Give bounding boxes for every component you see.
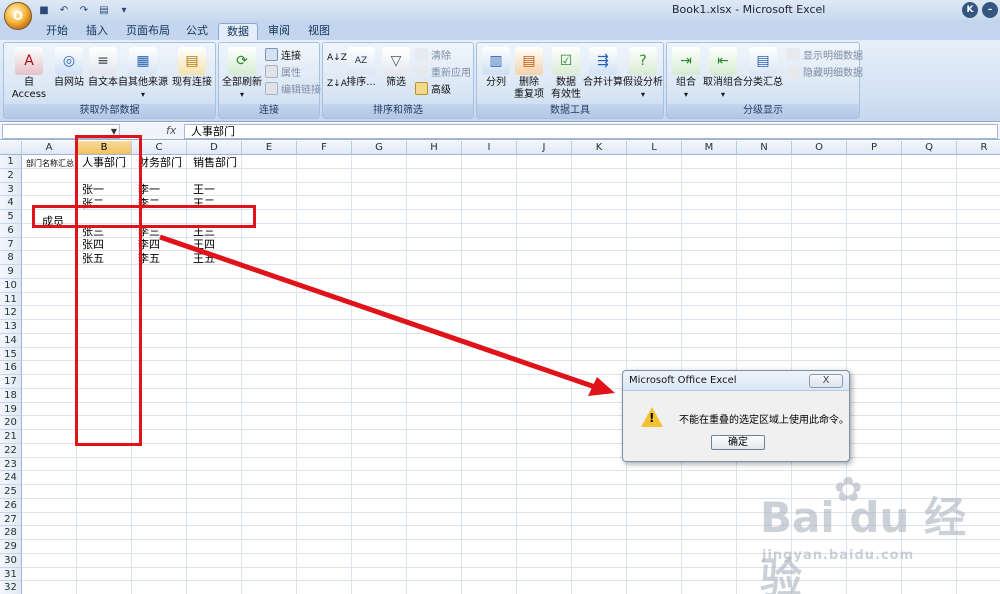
warning-icon: ! [641,407,663,427]
watermark-url: jingyan.baidu.com [762,548,915,563]
office-button[interactable]: O [4,2,32,30]
error-dialog: Microsoft Office Excel X ! 不能在重叠的选定区域上使用… [622,370,850,462]
arrow-shaft [159,234,599,391]
close-icon[interactable]: X [809,374,843,388]
dialog-message: 不能在重叠的选定区域上使用此命令。 [679,415,849,426]
ok-button[interactable]: 确定 [711,435,765,450]
watermark: ✿ Bai du 经验 jingyan.baidu.com [760,470,980,594]
watermark-brand: Bai du 经验 [760,493,966,594]
